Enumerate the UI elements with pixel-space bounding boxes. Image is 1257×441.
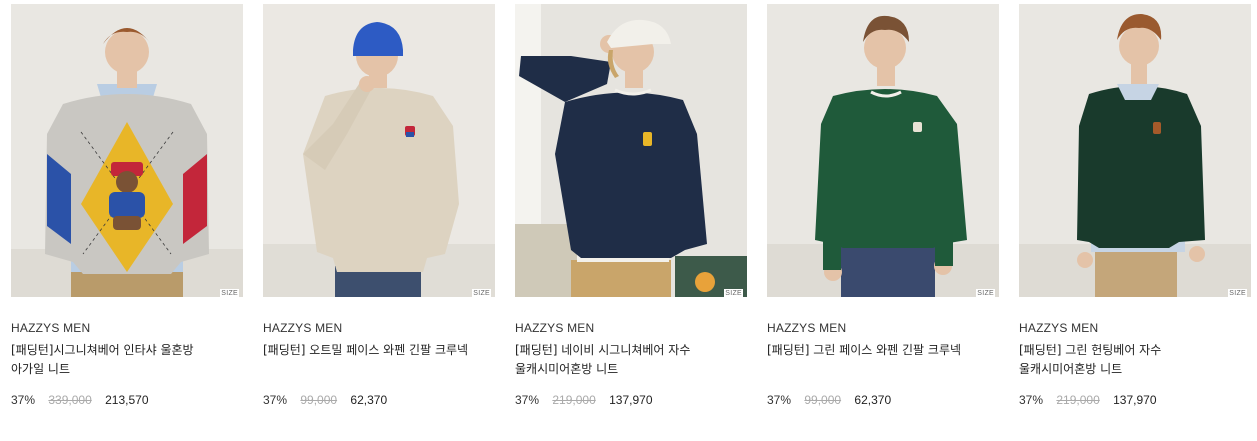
product-title[interactable]: [패딩턴]시그니쳐베어 인타샤 울혼방 아가일 니트: [11, 341, 219, 379]
original-price: 219,000: [552, 393, 596, 407]
sale-price: 137,970: [1113, 393, 1157, 407]
product-info: HAZZYS MEN [패딩턴] 네이비 시그니쳐베어 자수 울캐시미어혼방 니…: [515, 297, 747, 408]
product-title[interactable]: [패딩턴] 네이비 시그니쳐베어 자수 울캐시미어혼방 니트: [515, 341, 723, 379]
product-info: HAZZYS MEN [패딩턴] 그린 헌팅베어 자수 울캐시미어혼방 니트 3…: [1019, 297, 1251, 408]
product-info: HAZZYS MEN [패딩턴] 오트밀 페이스 와펜 긴팔 크루넥 37% 9…: [263, 297, 495, 408]
original-price: 99,000: [300, 393, 338, 407]
price-row: 37% 99,000 62,370: [263, 392, 495, 408]
price-row: 37% 99,000 62,370: [767, 392, 999, 408]
product-card[interactable]: SIZE HAZZYS MEN [패딩턴] 그린 페이스 와펜 긴팔 크루넥 3…: [767, 4, 999, 408]
product-photo: [515, 4, 747, 297]
product-image[interactable]: SIZE: [515, 4, 747, 297]
sale-price: 62,370: [854, 393, 892, 407]
product-image[interactable]: SIZE: [11, 4, 243, 297]
product-image[interactable]: SIZE: [1019, 4, 1251, 297]
size-tag[interactable]: SIZE: [976, 289, 995, 297]
product-info: HAZZYS MEN [패딩턴]시그니쳐베어 인타샤 울혼방 아가일 니트 37…: [11, 297, 243, 408]
brand-name[interactable]: HAZZYS MEN: [1019, 320, 1251, 336]
product-card[interactable]: SIZE HAZZYS MEN [패딩턴] 네이비 시그니쳐베어 자수 울캐시미…: [515, 4, 747, 408]
discount-rate: 37%: [515, 393, 540, 407]
product-title[interactable]: [패딩턴] 오트밀 페이스 와펜 긴팔 크루넥: [263, 341, 471, 379]
product-photo: [11, 4, 243, 297]
original-price: 219,000: [1056, 393, 1100, 407]
sale-price: 137,970: [609, 393, 653, 407]
product-photo: [263, 4, 495, 297]
sale-price: 62,370: [350, 393, 388, 407]
price-row: 37% 219,000 137,970: [515, 392, 747, 408]
product-info: HAZZYS MEN [패딩턴] 그린 페이스 와펜 긴팔 크루넥 37% 99…: [767, 297, 999, 408]
size-tag[interactable]: SIZE: [220, 289, 239, 297]
product-card[interactable]: SIZE HAZZYS MEN [패딩턴]시그니쳐베어 인타샤 울혼방 아가일 …: [11, 4, 243, 408]
product-photo: [1019, 4, 1251, 297]
discount-rate: 37%: [1019, 393, 1044, 407]
product-card[interactable]: SIZE HAZZYS MEN [패딩턴] 그린 헌팅베어 자수 울캐시미어혼방…: [1019, 4, 1251, 408]
product-grid: SIZE HAZZYS MEN [패딩턴]시그니쳐베어 인타샤 울혼방 아가일 …: [0, 0, 1257, 441]
discount-rate: 37%: [11, 393, 36, 407]
brand-name[interactable]: HAZZYS MEN: [767, 320, 999, 336]
discount-rate: 37%: [767, 393, 792, 407]
price-row: 37% 219,000 137,970: [1019, 392, 1251, 408]
product-image[interactable]: SIZE: [263, 4, 495, 297]
sale-price: 213,570: [105, 393, 149, 407]
brand-name[interactable]: HAZZYS MEN: [263, 320, 495, 336]
brand-name[interactable]: HAZZYS MEN: [515, 320, 747, 336]
product-title[interactable]: [패딩턴] 그린 헌팅베어 자수 울캐시미어혼방 니트: [1019, 341, 1227, 379]
size-tag[interactable]: SIZE: [724, 289, 743, 297]
discount-rate: 37%: [263, 393, 288, 407]
original-price: 339,000: [48, 393, 92, 407]
product-photo: [767, 4, 999, 297]
size-tag[interactable]: SIZE: [1228, 289, 1247, 297]
brand-name[interactable]: HAZZYS MEN: [11, 320, 243, 336]
price-row: 37% 339,000 213,570: [11, 392, 243, 408]
product-title[interactable]: [패딩턴] 그린 페이스 와펜 긴팔 크루넥: [767, 341, 975, 379]
product-card[interactable]: SIZE HAZZYS MEN [패딩턴] 오트밀 페이스 와펜 긴팔 크루넥 …: [263, 4, 495, 408]
product-image[interactable]: SIZE: [767, 4, 999, 297]
original-price: 99,000: [804, 393, 842, 407]
size-tag[interactable]: SIZE: [472, 289, 491, 297]
